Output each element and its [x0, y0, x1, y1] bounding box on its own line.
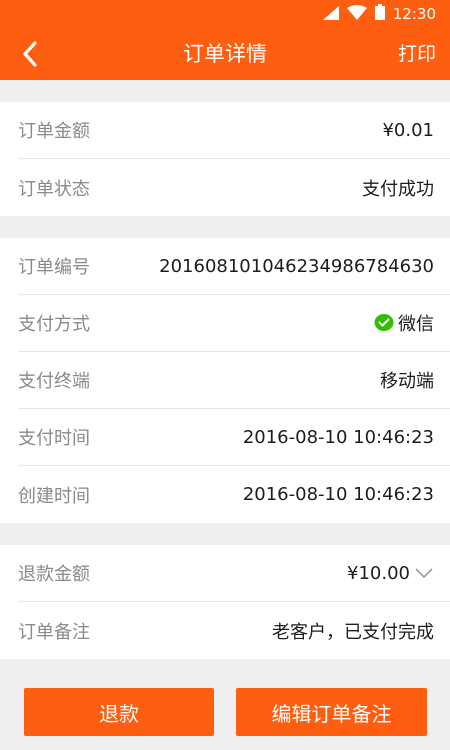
wechat-icon: [374, 314, 394, 331]
section-divider: [0, 216, 450, 238]
payment-method-row: 支付方式 微信: [18, 295, 450, 352]
payment-terminal-value: 移动端: [380, 371, 434, 392]
refund-amount-value: ¥10.00: [347, 562, 410, 584]
refund-note-group: 退款金额 ¥10.00 订单备注 老客户，已支付完成: [0, 545, 450, 659]
signal-icon: [322, 5, 339, 24]
created-time-row: 创建时间 2016-08-10 10:46:23: [18, 466, 450, 523]
wifi-icon: [346, 4, 367, 24]
refund-amount-value-wrap: ¥10.00: [347, 563, 434, 584]
chevron-down-icon[interactable]: [414, 567, 434, 579]
page-title: 订单详情: [183, 42, 267, 66]
order-amount-row: 订单金额 ¥0.01: [18, 102, 450, 159]
order-note-row: 订单备注 老客户，已支付完成: [18, 602, 450, 659]
battery-icon: [374, 4, 385, 24]
order-note-label: 订单备注: [18, 621, 90, 643]
order-status-label: 订单状态: [18, 178, 90, 200]
created-time-label: 创建时间: [18, 485, 90, 507]
payment-method-value: 微信: [398, 314, 434, 335]
section-divider: [0, 80, 450, 102]
order-detail-content: 订单金额 ¥0.01 订单状态 支付成功 订单编号 20160810104623…: [0, 80, 450, 659]
order-status-value: 支付成功: [362, 178, 434, 200]
order-number-row: 订单编号 2016081010462349867846​30: [18, 238, 450, 295]
order-status-row: 订单状态 支付成功: [18, 159, 450, 216]
payment-method-label: 支付方式: [18, 314, 90, 335]
print-button[interactable]: 打印: [398, 28, 436, 80]
order-number-value: 2016081010462349867846​30: [159, 255, 434, 277]
created-time-value: 2016-08-10 10:46:23: [242, 484, 434, 505]
refund-amount-row[interactable]: 退款金额 ¥10.00: [18, 545, 450, 602]
app-bar: 订单详情 打印: [0, 28, 450, 80]
payment-time-value: 2016-08-10 10:46:23: [242, 426, 434, 448]
order-number-label: 订单编号: [18, 257, 90, 278]
payment-time-row: 支付时间 2016-08-10 10:46:23: [18, 409, 450, 466]
payment-info-group: 订单编号 2016081010462349867846​30 支付方式 微信 支…: [0, 238, 450, 523]
edit-note-button[interactable]: 编辑订单备注: [236, 688, 427, 736]
section-divider: [0, 523, 450, 545]
order-amount-value: ¥0.01: [382, 119, 434, 141]
action-footer: 退款 编辑订单备注: [0, 662, 450, 750]
payment-terminal-row: 支付终端 移动端: [18, 352, 450, 409]
payment-time-label: 支付时间: [18, 428, 90, 449]
order-note-value: 老客户，已支付完成: [272, 621, 434, 643]
payment-terminal-label: 支付终端: [18, 371, 90, 392]
payment-method-value-wrap: 微信: [374, 310, 434, 336]
refund-amount-label: 退款金额: [18, 564, 90, 585]
order-summary-group: 订单金额 ¥0.01 订单状态 支付成功: [0, 102, 450, 216]
order-amount-label: 订单金额: [18, 121, 90, 142]
refund-button[interactable]: 退款: [24, 688, 214, 736]
status-time: 12:30: [392, 5, 436, 23]
status-bar: 12:30: [0, 0, 450, 28]
